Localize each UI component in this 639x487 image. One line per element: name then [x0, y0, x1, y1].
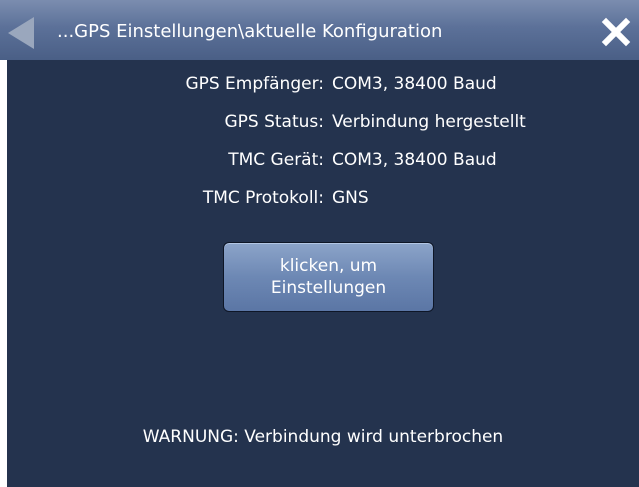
- title-bar: ...GPS Einstellungen\aktuelle Konfigurat…: [0, 0, 639, 60]
- gps-config-screen: ...GPS Einstellungen\aktuelle Konfigurat…: [0, 0, 639, 487]
- gps-receiver-label: GPS Empfänger:: [185, 74, 324, 94]
- tmc-device-value: COM3, 38400 Baud: [332, 150, 497, 170]
- gps-receiver-value: COM3, 38400 Baud: [332, 74, 497, 94]
- tmc-protocol-label: TMC Protokoll:: [202, 188, 324, 208]
- gps-status-row: GPS Status: Verbindung hergestellt: [7, 110, 639, 134]
- tmc-protocol-value: GNS: [332, 188, 369, 208]
- gps-status-value: Verbindung hergestellt: [332, 112, 526, 132]
- back-button[interactable]: [4, 14, 50, 52]
- settings-button[interactable]: klicken, um Einstellungen: [223, 242, 434, 312]
- close-button[interactable]: [596, 12, 636, 52]
- page-title: ...GPS Einstellungen\aktuelle Konfigurat…: [57, 21, 443, 42]
- gps-status-label: GPS Status:: [224, 112, 324, 132]
- tmc-device-label: TMC Gerät:: [228, 150, 324, 170]
- tmc-device-row: TMC Gerät: COM3, 38400 Baud: [7, 148, 639, 172]
- close-x-icon: [601, 17, 631, 47]
- warning-message: WARNUNG: Verbindung wird unterbrochen: [142, 427, 504, 447]
- configuration-panel: GPS Empfänger: COM3, 38400 Baud GPS Stat…: [7, 60, 639, 487]
- gps-receiver-row: GPS Empfänger: COM3, 38400 Baud: [7, 72, 639, 96]
- triangle-left-icon: [8, 17, 34, 49]
- settings-button-line2: Einstellungen: [270, 278, 387, 298]
- settings-button-line1: klicken, um: [279, 256, 378, 276]
- tmc-protocol-row: TMC Protokoll: GNS: [7, 186, 639, 210]
